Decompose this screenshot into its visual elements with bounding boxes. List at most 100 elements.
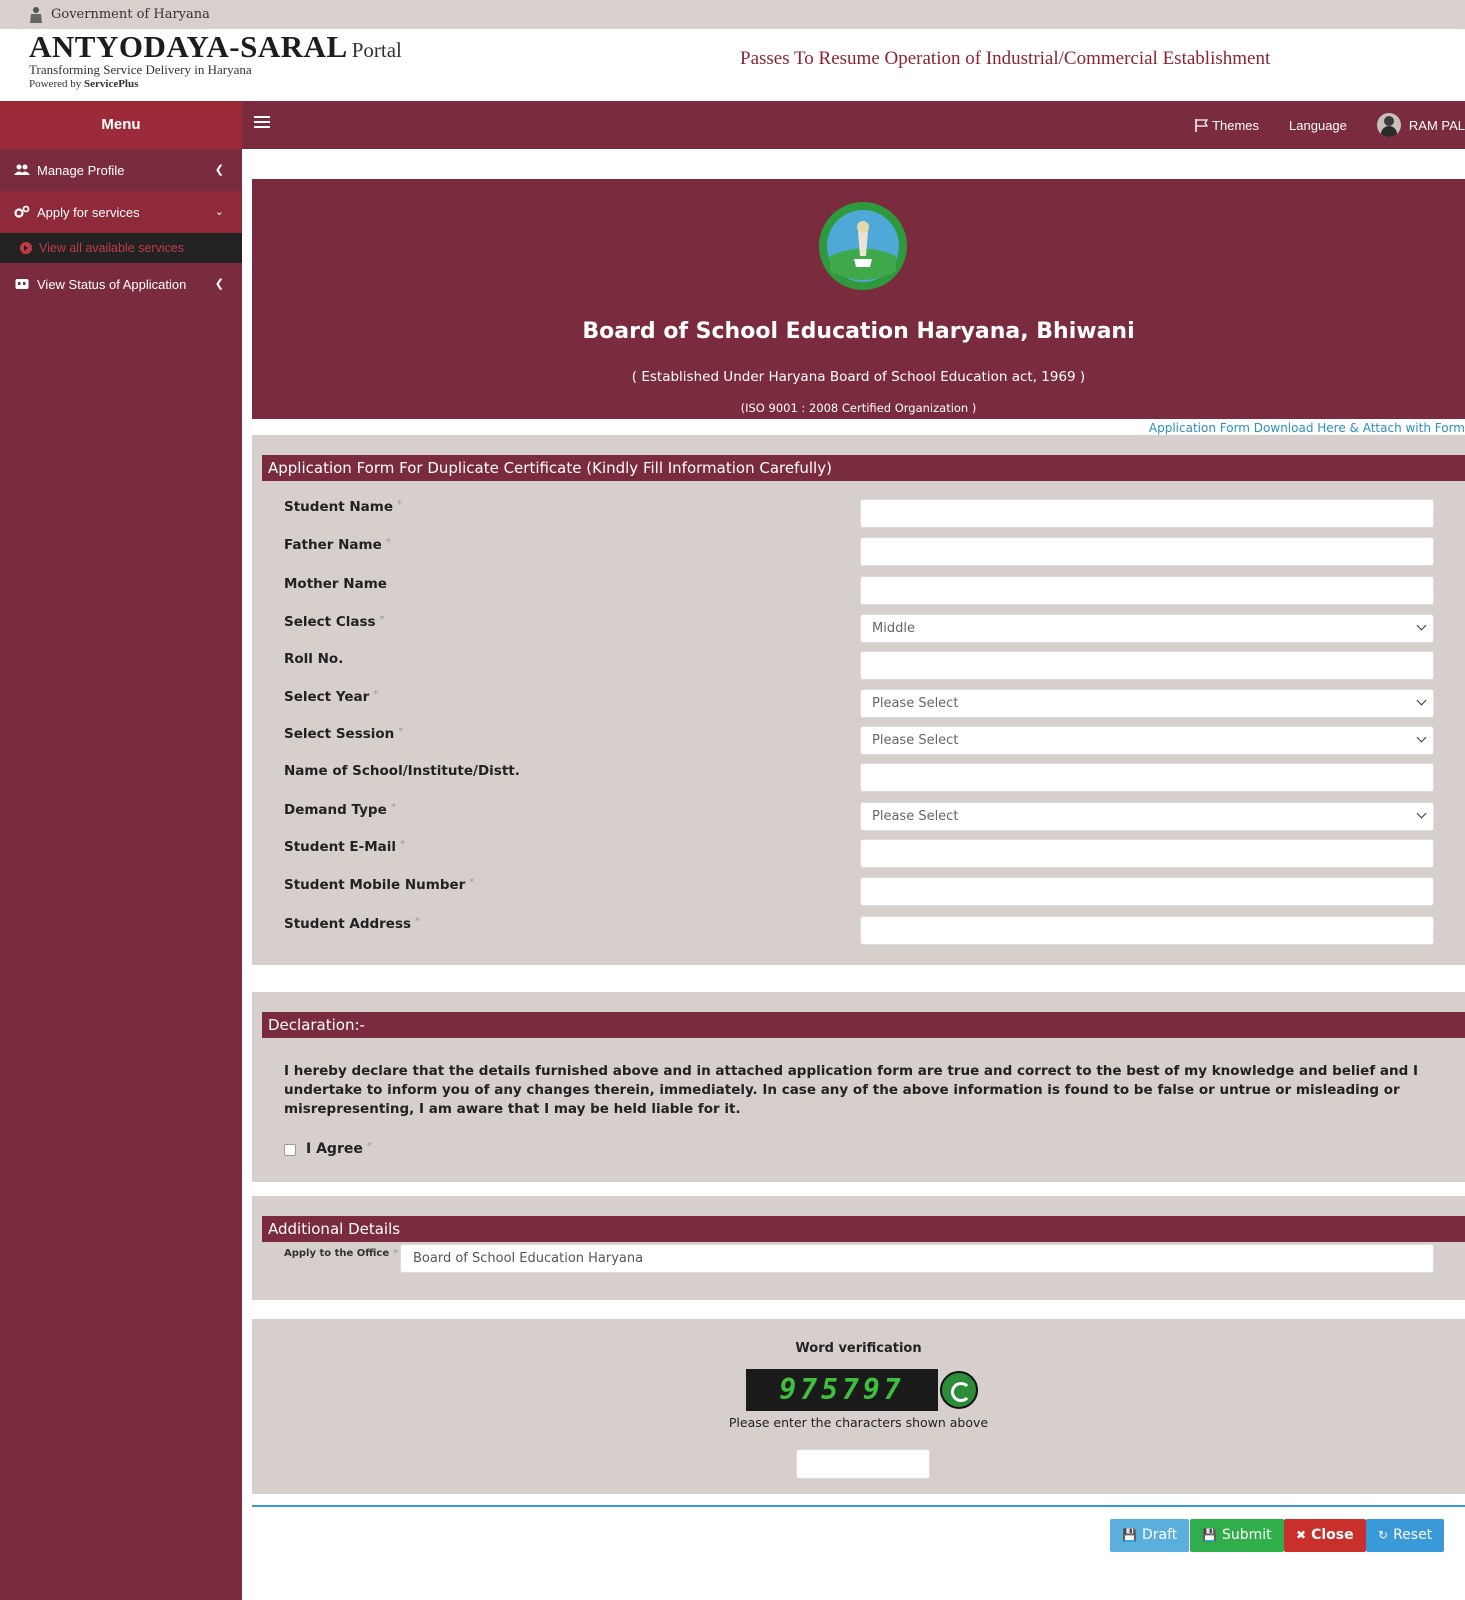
label-text: Student Address [284,916,412,932]
required-marker: * [398,726,404,737]
application-form-download-link[interactable]: Application Form Download Here & Attach … [1149,421,1465,435]
label-text: Select Session [284,726,395,742]
sidebar-item-label: View Status of Application [37,276,187,292]
required-marker: * [415,916,421,927]
chevron-down-icon [1416,620,1427,631]
label-text: Select Class [284,614,376,630]
chevron-down-icon [1416,808,1427,819]
powered-prefix: Powered by [29,78,84,90]
agree-label: I Agree * [306,1141,372,1157]
school-name-label: Name of School/Institute/Distt. [284,763,520,779]
demand-type-dropdown[interactable]: Please Select [860,802,1434,831]
language-menu[interactable]: Language [1289,118,1347,133]
declaration-title: Declaration:- [262,1012,1465,1038]
verification-title: Word verification [795,1341,922,1356]
board-established: ( Established Under Haryana Board of Sch… [631,369,1086,385]
sidebar-item-label: Apply for services [37,204,140,220]
sidebar-item-apply-services[interactable]: Apply for services ⌄ [0,191,242,233]
select-year-dropdown[interactable]: Please Select [860,689,1434,718]
close-circle-icon: ✖ [1296,1528,1307,1542]
chevron-left-icon: ❮ [214,278,224,290]
additional-details-title: Additional Details [262,1216,1465,1242]
father-name-input[interactable] [860,537,1434,566]
chevron-down-icon [1416,695,1427,706]
sidebar-item-view-status[interactable]: View Status of Application ❮ [0,263,242,305]
top-navbar: Menu Themes Language RAM PAL [0,101,1465,149]
select-class-label: Select Class * [284,614,385,630]
select-class-dropdown[interactable]: Middle [860,614,1434,643]
label-text: Father Name [284,537,382,553]
powered-by: Powered by ServicePlus [29,78,402,90]
select-value: Please Select [872,733,959,748]
reset-button[interactable]: ↻ Reset [1366,1519,1445,1552]
label-text: Roll No. [284,651,344,667]
captcha-hint: Please enter the characters shown above [728,1415,989,1430]
draft-button[interactable]: 💾 Draft [1110,1519,1190,1552]
student-address-input[interactable] [860,916,1434,945]
captcha-input[interactable] [796,1449,930,1479]
roll-no-label: Roll No. [284,651,343,667]
required-marker: * [373,689,379,700]
label-text: Select Year [284,689,370,705]
label-text: Student Name [284,499,394,515]
office-label-text: Apply to the Office [284,1248,390,1259]
powered-name: ServicePlus [84,78,139,90]
required-marker: * [390,802,396,813]
brand-block[interactable]: ANTYODAYA-SARAL Portal Transforming Servi… [29,29,402,90]
student-name-input[interactable] [860,499,1434,528]
student-email-input[interactable] [860,839,1434,868]
floppy-icon: 💾 [1202,1528,1217,1542]
required-marker: * [393,1248,399,1259]
emblem-icon [30,7,42,23]
select-session-dropdown[interactable]: Please Select [860,726,1434,755]
mother-name-input[interactable] [860,576,1434,605]
label-text: Mother Name [284,576,387,592]
required-marker: * [366,1141,372,1152]
student-name-label: Student Name * [284,499,402,515]
required-marker: * [379,614,385,625]
hamburger-icon[interactable] [254,116,270,130]
avatar [1376,113,1401,137]
select-value: Middle [872,621,915,636]
roll-no-input[interactable] [860,651,1434,680]
user-menu[interactable]: RAM PAL [1376,113,1465,137]
language-label: Language [1289,117,1347,133]
captcha-image: 975797 [746,1369,938,1411]
student-email-label: Student E-Mail * [284,839,405,855]
sidebar: Manage Profile ❮ Apply for services ⌄ Vi… [0,149,242,1600]
agree-checkbox[interactable] [284,1144,296,1156]
student-mobile-input[interactable] [860,877,1434,906]
sidebar-item-label: Manage Profile [37,162,125,178]
brand-suffix: Portal [351,38,402,62]
required-marker: * [385,537,391,548]
refresh-icon: ↻ [1378,1528,1389,1542]
button-label: Submit [1221,1527,1272,1543]
label-text: Name of School/Institute/Distt. [284,763,520,779]
chevron-left-icon: ❮ [214,164,224,176]
label-text: Student E-Mail [284,839,396,855]
button-label: Reset [1393,1527,1433,1543]
themes-menu[interactable]: Themes [1195,118,1259,133]
required-marker: * [397,499,403,510]
menu-heading: Menu [0,101,242,149]
school-name-input[interactable] [860,763,1434,792]
main-content: Board of School Education Haryana, Bhiwa… [242,149,1465,1600]
floppy-icon: 💾 [1122,1528,1137,1542]
required-marker: * [469,877,475,888]
user-name: RAM PAL [1408,117,1465,133]
circle-arrow-icon [20,242,32,254]
application-form-panel: Application Form For Duplicate Certifica… [252,435,1465,965]
sidebar-item-manage-profile[interactable]: Manage Profile ❮ [0,149,242,191]
brand-name: ANTYODAYA-SARAL [29,29,348,64]
agree-text: I Agree [306,1141,363,1157]
office-input[interactable]: Board of School Education Haryana [400,1244,1434,1273]
select-value: Please Select [872,809,959,824]
sidebar-subitem-view-all-services[interactable]: View all available services [0,233,242,263]
submit-button[interactable]: 💾 Submit [1190,1519,1284,1552]
word-verification-panel: Word verification 975797 Please enter th… [252,1319,1465,1494]
service-title: Passes To Resume Operation of Industrial… [740,48,1271,69]
close-button[interactable]: ✖ Close [1284,1519,1366,1552]
board-name: Board of School Education Haryana, Bhiwa… [582,319,1135,344]
refresh-captcha-icon[interactable] [940,1371,978,1409]
action-bar: 💾 Draft 💾 Submit ✖ Close ↻ Reset [252,1505,1465,1561]
